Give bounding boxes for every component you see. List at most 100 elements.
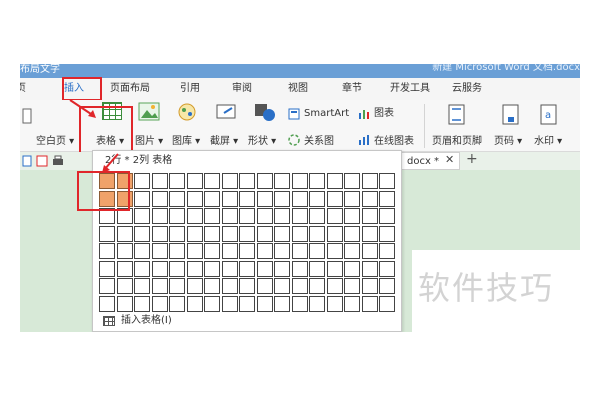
grid-cell[interactable] [361,260,378,277]
grid-cell[interactable] [186,225,203,242]
grid-cell[interactable] [221,295,238,312]
screenshot-button[interactable]: 截屏 ▾ [210,136,238,148]
grid-cell[interactable] [361,243,378,259]
grid-cell[interactable] [309,190,325,207]
grid-cell[interactable] [186,208,203,224]
grid-cell[interactable] [361,225,378,242]
grid-cell[interactable] [291,190,308,207]
grid-cell[interactable] [309,260,325,277]
blank-page-button[interactable]: 空白页 ▾ [36,136,74,148]
grid-cell[interactable] [326,295,343,312]
grid-cell[interactable] [291,225,308,242]
grid-cell[interactable] [186,278,203,294]
grid-cell[interactable] [256,278,273,294]
header-footer-button[interactable]: 页眉和页脚 [432,136,482,148]
grid-cell[interactable] [344,295,360,312]
grid-cell[interactable] [256,260,273,277]
grid-cell[interactable] [186,295,203,312]
grid-cell[interactable] [326,173,343,189]
grid-cell[interactable] [326,208,343,224]
grid-cell[interactable] [169,173,185,189]
smartart-button[interactable]: SmartArt [304,108,349,120]
grid-cell[interactable] [169,225,185,242]
grid-cell[interactable] [169,278,185,294]
grid-cell[interactable] [204,243,220,259]
grid-cell[interactable] [169,190,185,207]
grid-cell[interactable] [379,225,395,242]
grid-cell[interactable] [151,173,168,189]
grid-cell[interactable] [344,260,360,277]
grid-cell[interactable] [309,295,325,312]
grid-cell[interactable] [256,208,273,224]
grid-cell[interactable] [309,208,325,224]
grid-cell[interactable] [274,208,290,224]
grid-cell[interactable] [169,260,185,277]
grid-cell[interactable] [379,190,395,207]
grid-cell[interactable] [379,243,395,259]
tab-page-layout[interactable]: 页面布局 [110,83,150,95]
grid-cell[interactable] [256,225,273,242]
grid-cell[interactable] [291,278,308,294]
grid-cell[interactable] [134,173,150,189]
grid-cell[interactable] [204,295,220,312]
grid-cell[interactable] [221,208,238,224]
grid-cell[interactable] [221,173,238,189]
grid-cell[interactable] [204,278,220,294]
grid-cell[interactable] [344,243,360,259]
grid-cell[interactable] [151,208,168,224]
grid-cell[interactable] [99,243,115,259]
grid-cell[interactable] [379,173,395,189]
grid-cell[interactable] [326,225,343,242]
grid-cell[interactable] [361,278,378,294]
chart-button[interactable]: 图表 [374,108,394,120]
grid-cell[interactable] [221,190,238,207]
tab-references[interactable]: 引用 [180,83,200,95]
grid-cell[interactable] [291,295,308,312]
grid-cell[interactable] [274,190,290,207]
grid-cell[interactable] [186,243,203,259]
grid-cell[interactable] [99,278,115,294]
grid-cell[interactable] [291,208,308,224]
grid-cell[interactable] [291,173,308,189]
grid-cell[interactable] [116,225,133,242]
grid-cell[interactable] [134,225,150,242]
close-document-icon[interactable]: ✕ [445,154,454,166]
grid-cell[interactable] [344,190,360,207]
grid-cell[interactable] [361,173,378,189]
grid-cell[interactable] [239,260,255,277]
relation-chart-button[interactable]: 关系图 [304,136,334,148]
grid-cell[interactable] [309,173,325,189]
grid-cell[interactable] [239,173,255,189]
grid-cell[interactable] [344,208,360,224]
grid-cell[interactable] [274,173,290,189]
grid-cell[interactable] [256,295,273,312]
grid-cell[interactable] [344,225,360,242]
grid-cell[interactable] [204,190,220,207]
grid-cell[interactable] [379,208,395,224]
grid-cell[interactable] [344,173,360,189]
grid-cell[interactable] [379,260,395,277]
doc-icon[interactable] [22,155,32,167]
grid-cell[interactable] [116,243,133,259]
tab-home[interactable]: 首页 [20,83,26,95]
grid-cell[interactable] [274,260,290,277]
grid-cell[interactable] [221,260,238,277]
grid-cell[interactable] [169,295,185,312]
grid-cell[interactable] [151,190,168,207]
print-icon[interactable] [52,155,64,167]
grid-cell[interactable] [99,260,115,277]
grid-cell[interactable] [326,260,343,277]
grid-cell[interactable] [309,243,325,259]
grid-cell[interactable] [291,260,308,277]
grid-cell[interactable] [221,225,238,242]
grid-cell[interactable] [239,295,255,312]
grid-cell[interactable] [204,208,220,224]
grid-cell[interactable] [186,190,203,207]
gallery-button[interactable]: 图库 ▾ [172,136,200,148]
grid-cell[interactable] [274,243,290,259]
grid-cell[interactable] [116,260,133,277]
export-pdf-icon[interactable] [36,155,48,167]
grid-cell[interactable] [221,243,238,259]
grid-cell[interactable] [134,243,150,259]
grid-cell[interactable] [256,243,273,259]
